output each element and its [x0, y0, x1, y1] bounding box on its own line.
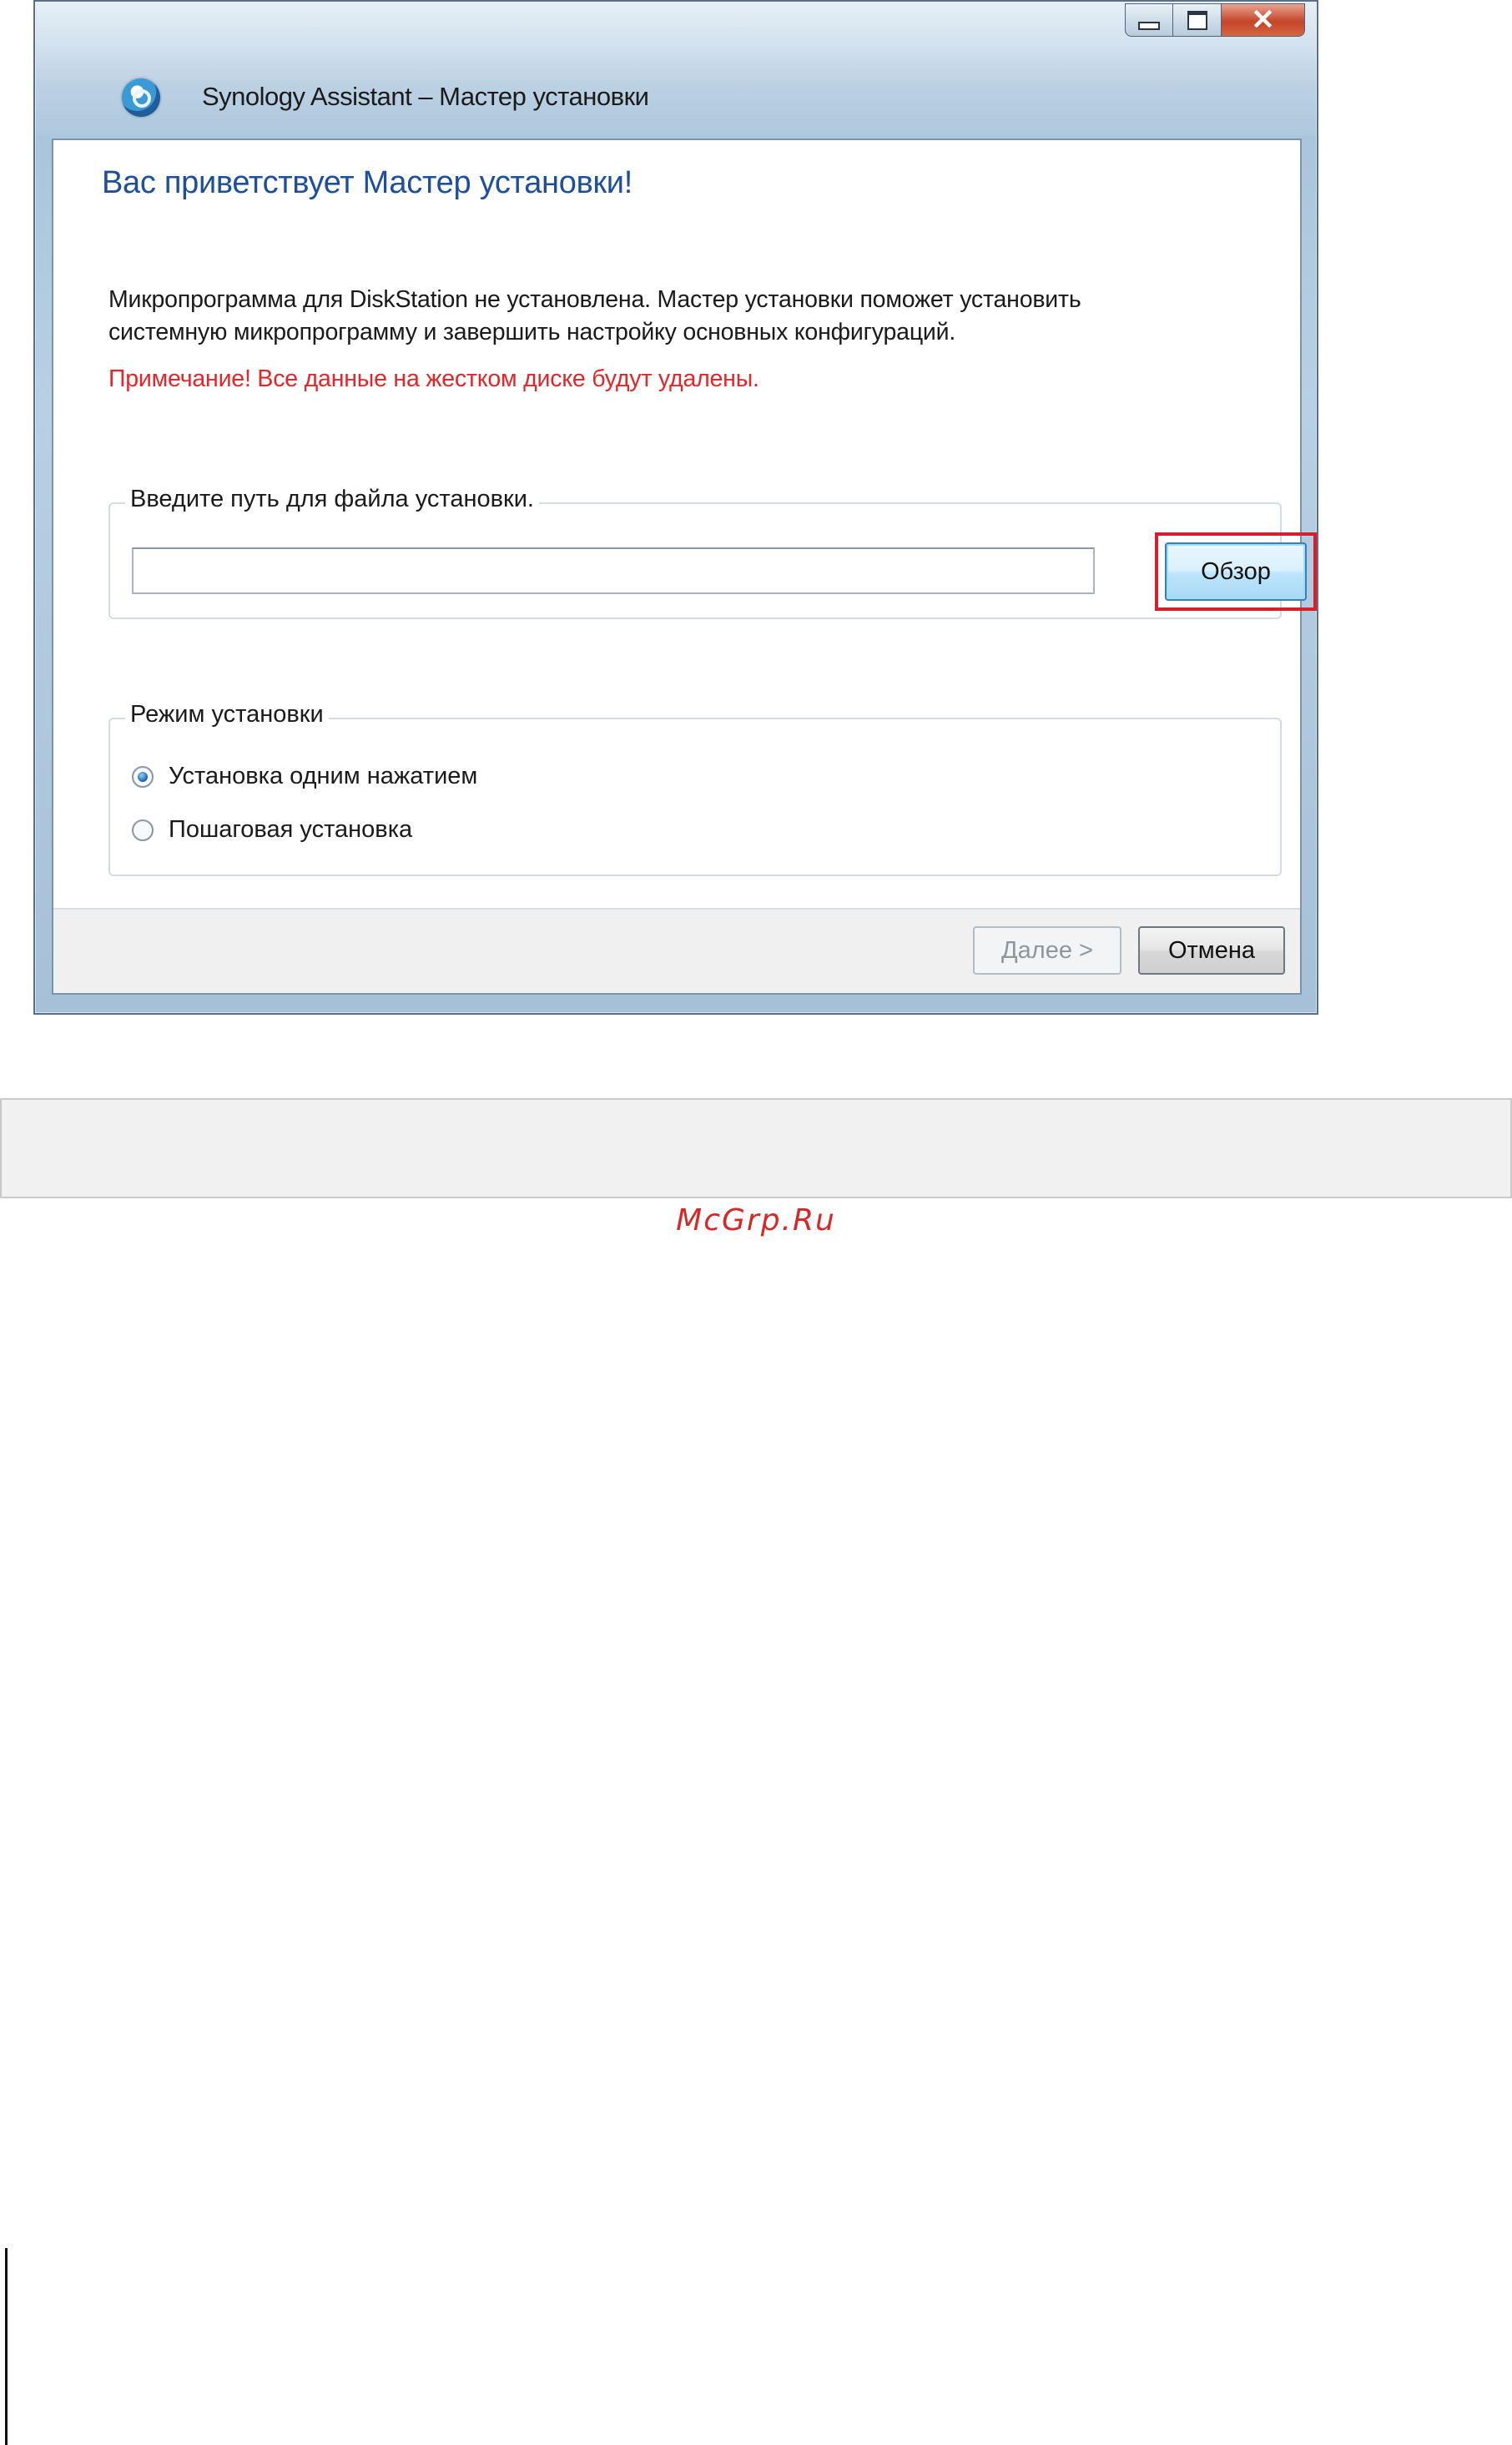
one-click-install-label[interactable]: Установка одним нажатием — [169, 763, 477, 790]
cancel-button[interactable]: Отмена — [1138, 926, 1285, 975]
site-watermark: McGrp.Ru — [676, 1203, 836, 1238]
wizard-heading: Вас приветствует Мастер установки! — [102, 165, 633, 200]
step-by-step-install-option[interactable]: Пошаговая установка — [132, 816, 412, 844]
minimize-button[interactable] — [1125, 3, 1173, 37]
step-by-step-install-label[interactable]: Пошаговая установка — [169, 816, 412, 844]
wizard-footer: Далее > Отмена — [53, 908, 1300, 993]
close-button[interactable]: ✕ — [1222, 3, 1305, 37]
window-controls: ✕ — [1125, 3, 1305, 40]
firmware-message-line-2: системную микропрограмму и завершить нас… — [108, 319, 956, 345]
synology-assistant-icon — [122, 78, 160, 117]
one-click-install-option[interactable]: Установка одним нажатием — [132, 763, 477, 790]
install-file-path-input[interactable] — [132, 547, 1095, 594]
data-loss-warning: Примечание! Все данные на жестком диске … — [108, 365, 759, 392]
install-mode-group-label: Режим установки — [125, 701, 329, 728]
browse-button[interactable]: Обзор — [1165, 542, 1307, 601]
page-margin-rule — [5, 2248, 8, 2445]
step-by-step-install-radio[interactable] — [132, 819, 154, 841]
wizard-content: Вас приветствует Мастер установки! Микро… — [52, 139, 1317, 995]
maximize-button[interactable] — [1173, 3, 1222, 37]
install-mode-group: Режим установки Установка одним нажатием… — [108, 701, 1282, 876]
maximize-icon — [1187, 10, 1207, 30]
firmware-message-line-1: Микропрограмма для DiskStation не устано… — [108, 286, 1081, 313]
window-title: Synology Assistant – Мастер установки — [202, 82, 649, 111]
installer-window: ✕ Synology Assistant – Мастер установки … — [33, 0, 1318, 1015]
install-file-group: Введите путь для файла установки. Обзор — [108, 486, 1317, 619]
next-button[interactable]: Далее > — [973, 926, 1121, 975]
install-file-group-label: Введите путь для файла установки. — [125, 486, 539, 513]
gray-note-box — [0, 1098, 1512, 1198]
minimize-icon — [1138, 22, 1160, 30]
one-click-install-radio[interactable] — [132, 765, 154, 788]
close-icon: ✕ — [1251, 4, 1275, 36]
